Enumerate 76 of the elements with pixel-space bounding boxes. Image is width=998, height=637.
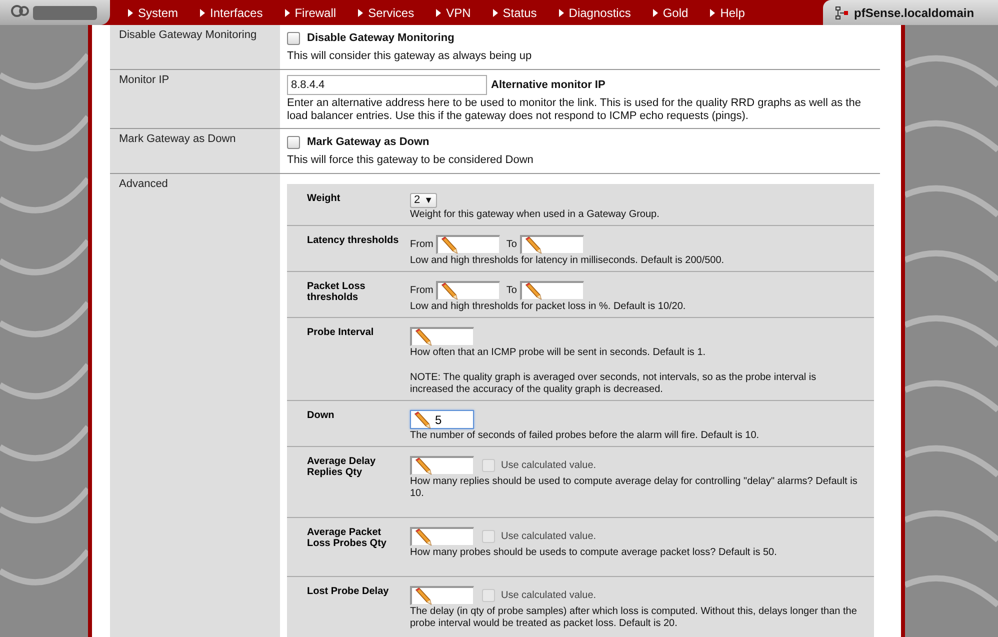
- input-field[interactable]: 5: [410, 410, 474, 429]
- field-description: Low and high thresholds for packet loss in %. Default is 10/20.: [410, 301, 687, 313]
- field-description: How often that an ICMP probe will be sent in seconds. Default is 1.: [410, 347, 707, 359]
- field-label: Packet Loss thresholds: [306, 281, 366, 305]
- input-field[interactable]: [436, 235, 500, 254]
- field-description: Low and high thresholds for latency in milliseconds. Default is 200/500.: [410, 255, 726, 267]
- to-label: To: [506, 238, 517, 250]
- nav-link[interactable]: Gold: [644, 4, 696, 22]
- to-label: To: [506, 284, 517, 296]
- caret-icon: [558, 8, 564, 16]
- caret-icon: [652, 8, 658, 16]
- input-field[interactable]: [436, 281, 500, 300]
- pencil-icon: [440, 236, 458, 254]
- checkbox[interactable]: [287, 136, 300, 149]
- checkbox-label: Mark Gateway as Down: [307, 135, 430, 150]
- pencil-icon: [524, 282, 542, 300]
- pencil-icon: [414, 528, 432, 546]
- from-label: From: [410, 238, 434, 250]
- pencil-icon: [414, 328, 432, 346]
- pencil-icon: [414, 587, 432, 605]
- nav-link[interactable]: Firewall: [276, 4, 344, 22]
- caret-icon: [436, 8, 442, 16]
- field-label: Lost Probe Delay: [306, 586, 390, 599]
- input-field[interactable]: [520, 235, 584, 254]
- caret-icon: [358, 8, 364, 16]
- checkbox-label: Use calculated value.: [501, 590, 596, 602]
- caret-icon: [200, 8, 206, 16]
- checkbox-label: Use calculated value.: [501, 530, 596, 542]
- field-description: How many probes should be useds to compute average packet loss? Default is 50.: [410, 547, 778, 559]
- monitor-ip-field[interactable]: 8.8.4.4: [287, 75, 487, 95]
- row-label: Advanced: [119, 178, 169, 191]
- field-description: This will consider this gateway as always being up: [287, 48, 533, 64]
- nav-link[interactable]: Status: [484, 4, 545, 22]
- field-description: The delay (in qty of probe samples) after which loss is computed. Without this, delays longer than the probe interval would be treated as packet loss. Default is 20.: [410, 606, 858, 630]
- field-hint: Alternative monitor IP: [491, 78, 606, 93]
- pencil-icon: [414, 457, 432, 475]
- row-label: Disable Gateway Monitoring: [119, 29, 258, 42]
- checkbox-label: Use calculated value.: [501, 460, 596, 472]
- pencil-icon: [440, 282, 458, 300]
- field-label: Average Packet Loss Probes Qty: [306, 527, 388, 551]
- nav-link[interactable]: Services: [350, 4, 422, 22]
- field-label: Probe Interval: [306, 327, 375, 340]
- field-label: Latency thresholds: [306, 235, 400, 248]
- from-label: From: [410, 284, 434, 296]
- field-label: Average Delay Replies Qty: [306, 456, 377, 480]
- input-field[interactable]: [410, 527, 474, 546]
- field-description: The number of seconds of failed probes before the alarm will fire. Default is 10.: [410, 430, 760, 442]
- nav-link[interactable]: Diagnostics: [550, 4, 639, 22]
- hostname: pfSense.localdomain: [854, 4, 974, 22]
- weight-select[interactable]: 2 ▼: [410, 193, 438, 208]
- caret-icon: [492, 8, 498, 16]
- field-label: Down: [306, 410, 336, 423]
- pencil-icon: [524, 236, 542, 254]
- input-field[interactable]: [410, 327, 474, 346]
- row-label: Mark Gateway as Down: [119, 133, 237, 146]
- input-field[interactable]: [410, 586, 474, 605]
- pencil-icon: [413, 410, 431, 428]
- input-field[interactable]: [520, 281, 584, 300]
- field-description: This will force this gateway to be considered Down: [287, 152, 534, 168]
- input-field[interactable]: [410, 456, 474, 475]
- field-note: NOTE: The quality graph is averaged over seconds, not intervals, so as the probe interval is increased the accuracy of the quality graph is decreased.: [410, 372, 818, 396]
- checkbox[interactable]: [287, 32, 300, 45]
- network-icon: [835, 6, 849, 20]
- nav-link[interactable]: VPN: [428, 4, 479, 22]
- caret-icon: [710, 8, 716, 16]
- row-label: Monitor IP: [119, 74, 170, 87]
- checkbox-label: Disable Gateway Monitoring: [307, 31, 454, 46]
- caret-icon: [284, 8, 290, 16]
- field-description: Enter an alternative address here to be used to monitor the link. This is used for the quality RRD graphs as well as the load balancer entries. Use this if the gateway does not respond to ICMP echo requests (pings).: [287, 97, 862, 123]
- nav-link[interactable]: Interfaces: [192, 4, 271, 22]
- nav-link[interactable]: Help: [702, 4, 753, 22]
- nav-link[interactable]: System: [120, 4, 186, 22]
- field-description: How many replies should be used to compute average delay for controlling "delay" alarms? Default is 10.: [410, 476, 858, 500]
- caret-icon: [128, 8, 133, 16]
- field-label: Weight: [306, 193, 342, 206]
- field-description: Weight for this gateway when used in a Gateway Group.: [410, 209, 660, 221]
